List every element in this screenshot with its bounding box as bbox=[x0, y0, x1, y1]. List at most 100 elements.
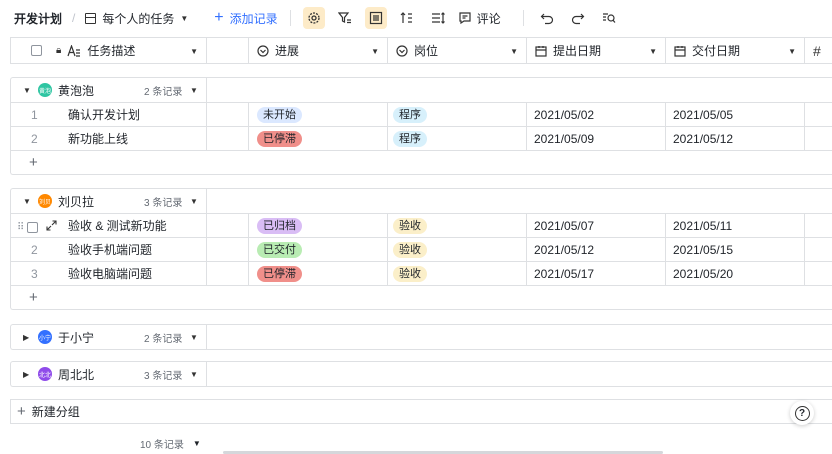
header-number-column[interactable]: # bbox=[805, 38, 832, 63]
add-record-button[interactable]: + 添加记录 bbox=[214, 10, 277, 27]
progress-cell[interactable]: 已归档 bbox=[249, 214, 388, 237]
lock-icon: 🔒︎ bbox=[56, 45, 62, 56]
chevron-down-icon[interactable]: ▼ bbox=[193, 439, 201, 448]
comment-button[interactable]: 评论 bbox=[458, 10, 501, 27]
group-record-count: 3 条记录 bbox=[144, 197, 183, 209]
redo-button[interactable] bbox=[567, 7, 589, 29]
role-cell[interactable]: 验收 bbox=[388, 214, 527, 237]
deliver-date-cell[interactable]: 2021/05/05 bbox=[666, 103, 805, 126]
header-submit-date-column[interactable]: 提出日期 ▼ bbox=[527, 38, 666, 63]
header-deliver-date-column[interactable]: 交付日期 ▼ bbox=[666, 38, 805, 63]
redo-icon bbox=[571, 13, 585, 25]
breadcrumb-separator: / bbox=[72, 11, 76, 25]
help-button[interactable]: ? bbox=[790, 401, 814, 425]
expand-triangle-icon[interactable]: ▶ bbox=[23, 333, 33, 342]
blank-cell bbox=[207, 214, 249, 237]
chevron-down-icon[interactable]: ▼ bbox=[371, 47, 379, 56]
comment-label: 评论 bbox=[476, 11, 501, 26]
collapse-triangle-icon[interactable]: ▼ bbox=[23, 197, 33, 206]
group-header[interactable]: ▶ 北北 周北北 3 条记录 ▼ bbox=[11, 362, 832, 386]
row-height-button[interactable] bbox=[427, 7, 449, 29]
select-all-checkbox[interactable] bbox=[31, 45, 42, 56]
expand-record-icon[interactable] bbox=[46, 220, 57, 234]
number-cell[interactable] bbox=[805, 262, 832, 285]
header-task-column[interactable]: 🔒︎ 任务描述 ▼ bbox=[11, 38, 207, 63]
undo-button[interactable] bbox=[536, 7, 558, 29]
submit-date-cell[interactable]: 2021/05/12 bbox=[527, 238, 666, 261]
progress-cell[interactable]: 已交付 bbox=[249, 238, 388, 261]
chevron-down-icon[interactable]: ▼ bbox=[788, 47, 796, 56]
chevron-down-icon[interactable]: ▼ bbox=[190, 370, 198, 379]
task-cell[interactable]: 验收手机端问题 bbox=[68, 238, 207, 261]
table-row[interactable]: 2 新功能上线 已停滞 程序 2021/05/09 2021/05/12 bbox=[11, 126, 832, 150]
row-number: 3 bbox=[31, 266, 38, 281]
task-cell[interactable]: 验收 & 测试新功能 bbox=[68, 214, 207, 237]
chevron-down-icon[interactable]: ▼ bbox=[510, 47, 518, 56]
plus-icon: + bbox=[29, 154, 38, 171]
deliver-date-cell[interactable]: 2021/05/12 bbox=[666, 127, 805, 150]
role-cell[interactable]: 验收 bbox=[388, 262, 527, 285]
avatar: 小宁 bbox=[38, 330, 52, 344]
breadcrumb-table-name[interactable]: 开发计划 bbox=[14, 10, 62, 27]
progress-cell[interactable]: 已停滞 bbox=[249, 127, 388, 150]
drag-handle-icon[interactable]: ⠿ bbox=[17, 222, 24, 233]
total-record-count: 10 条记录 bbox=[140, 439, 184, 451]
deliver-date-cell[interactable]: 2021/05/11 bbox=[666, 214, 805, 237]
role-cell[interactable]: 验收 bbox=[388, 238, 527, 261]
role-cell[interactable]: 程序 bbox=[388, 127, 527, 150]
submit-date-cell[interactable]: 2021/05/02 bbox=[527, 103, 666, 126]
field-settings-button[interactable] bbox=[302, 7, 325, 29]
group-header[interactable]: ▼ 刘贝 刘贝拉 3 条记录 ▼ bbox=[11, 189, 832, 213]
task-cell[interactable]: 确认开发计划 bbox=[68, 103, 207, 126]
number-cell[interactable] bbox=[805, 214, 832, 237]
group-header[interactable]: ▶ 小宁 于小宁 2 条记录 ▼ bbox=[11, 325, 832, 349]
row-checkbox[interactable] bbox=[27, 221, 39, 233]
submit-date-cell[interactable]: 2021/05/09 bbox=[527, 127, 666, 150]
table-row[interactable]: 2 验收手机端问题 已交付 验收 2021/05/12 2021/05/15 bbox=[11, 237, 832, 261]
add-row-button[interactable]: + bbox=[11, 285, 832, 309]
sort-button[interactable] bbox=[396, 7, 418, 29]
search-button[interactable] bbox=[598, 7, 620, 29]
table-row[interactable]: 1 确认开发计划 未开始 程序 2021/05/02 2021/05/05 bbox=[11, 102, 832, 126]
number-cell[interactable] bbox=[805, 103, 832, 126]
group-button[interactable] bbox=[364, 7, 387, 29]
group-record-count: 2 条记录 bbox=[144, 86, 183, 98]
deliver-date-cell[interactable]: 2021/05/15 bbox=[666, 238, 805, 261]
group-header[interactable]: ▼ 黄泡 黄泡泡 2 条记录 ▼ bbox=[11, 78, 832, 102]
number-cell[interactable] bbox=[805, 127, 832, 150]
header-progress-column[interactable]: 进展 ▼ bbox=[249, 38, 388, 63]
group-divider bbox=[206, 78, 207, 102]
task-cell[interactable]: 验收电脑端问题 bbox=[68, 262, 207, 285]
progress-cell[interactable]: 未开始 bbox=[249, 103, 388, 126]
comment-icon bbox=[459, 12, 471, 25]
chevron-down-icon[interactable]: ▼ bbox=[649, 47, 657, 56]
collapse-triangle-icon[interactable]: ▼ bbox=[23, 86, 33, 95]
chevron-down-icon[interactable]: ▼ bbox=[190, 333, 198, 342]
header-blank-column bbox=[207, 38, 249, 63]
add-row-button[interactable]: + bbox=[11, 150, 832, 174]
submit-date-cell[interactable]: 2021/05/07 bbox=[527, 214, 666, 237]
progress-cell[interactable]: 已停滞 bbox=[249, 262, 388, 285]
chevron-down-icon[interactable]: ▼ bbox=[190, 47, 198, 56]
view-switcher[interactable]: 每个人的任务 ▼ bbox=[85, 10, 188, 27]
chevron-down-icon[interactable]: ▼ bbox=[190, 86, 198, 95]
table-row[interactable]: 3 验收电脑端问题 已停滞 验收 2021/05/17 2021/05/20 bbox=[11, 261, 832, 285]
row-controls: ⠿ bbox=[11, 214, 68, 237]
sort-icon bbox=[400, 12, 412, 23]
table-row[interactable]: ⠿ 验收 & 测试新功能 已归档 验收 2021/05/07 2021/05/1… bbox=[11, 213, 832, 237]
expand-triangle-icon[interactable]: ▶ bbox=[23, 370, 33, 379]
filter-button[interactable] bbox=[334, 7, 356, 29]
row-number: 2 bbox=[31, 242, 38, 257]
role-cell[interactable]: 程序 bbox=[388, 103, 527, 126]
new-group-button[interactable]: + 新建分组 bbox=[10, 399, 832, 424]
deliver-date-cell[interactable]: 2021/05/20 bbox=[666, 262, 805, 285]
chevron-down-icon[interactable]: ▼ bbox=[190, 197, 198, 206]
status-badge: 已停滞 bbox=[257, 265, 302, 282]
calendar-icon bbox=[535, 45, 547, 57]
number-cell[interactable] bbox=[805, 238, 832, 261]
header-role-column[interactable]: 岗位 ▼ bbox=[388, 38, 527, 63]
task-cell[interactable]: 新功能上线 bbox=[68, 127, 207, 150]
grid-header: 🔒︎ 任务描述 ▼ 进展 ▼ 岗位 ▼ 提出日期 ▼ 交付日期 ▼ # bbox=[10, 37, 832, 64]
submit-date-cell[interactable]: 2021/05/17 bbox=[527, 262, 666, 285]
new-group-label: 新建分组 bbox=[31, 405, 80, 419]
